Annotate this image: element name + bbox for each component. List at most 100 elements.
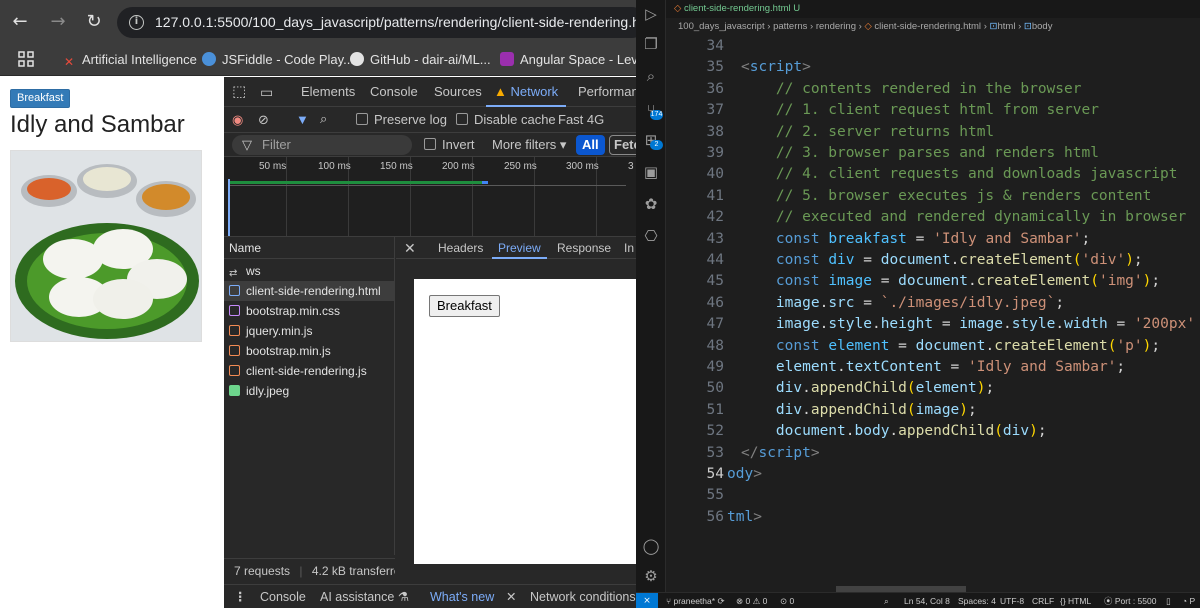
code-token: element: [775, 359, 838, 375]
request-row[interactable]: client-side-rendering.html: [224, 281, 395, 301]
drawer-tab-console[interactable]: Console: [260, 589, 306, 605]
bookmark-item[interactable]: Angular Space - Lev...: [500, 51, 636, 69]
cursor-position[interactable]: Ln 54, Col 8: [904, 593, 950, 608]
element-icon: ⊡: [1023, 21, 1032, 32]
drawer-tab-whats-new[interactable]: What's new: [430, 589, 494, 605]
ports-status[interactable]: ⊙ 0: [780, 593, 794, 608]
disable-cache-checkbox[interactable]: Disable cache: [456, 111, 556, 129]
invert-checkbox[interactable]: Invert: [424, 136, 475, 154]
inspect-element-icon[interactable]: ⬚: [232, 77, 246, 107]
breadcrumb-item[interactable]: rendering: [816, 21, 856, 32]
line-number: 49: [706, 359, 724, 375]
indentation[interactable]: Spaces: 4: [958, 593, 996, 608]
request-name: bootstrap.min.css: [246, 304, 341, 318]
breadcrumb-item[interactable]: patterns: [773, 21, 807, 32]
code-token: .: [802, 401, 811, 418]
search-icon[interactable]: ⌕: [320, 110, 327, 128]
bookmark-item[interactable]: JSFiddle - Code Play...: [202, 51, 354, 69]
line-ending[interactable]: CRLF: [1032, 593, 1054, 608]
apps-grid-icon[interactable]: [18, 51, 34, 69]
explorer-icon[interactable]: ❐: [641, 34, 661, 54]
problems-status[interactable]: ⊗ 0 ⚠ 0: [736, 593, 767, 608]
request-row[interactable]: bootstrap.min.css: [224, 301, 395, 321]
encoding[interactable]: UTF-8: [1000, 593, 1024, 608]
file-tab-status: U: [793, 3, 801, 14]
bookmark-item[interactable]: ✕ Artificial Intelligence: [62, 51, 197, 69]
settings-gear-icon[interactable]: ⚙: [641, 566, 661, 586]
notifications-icon[interactable]: ▯: [1166, 593, 1171, 608]
reload-icon[interactable]: ↻: [82, 10, 106, 34]
close-icon[interactable]: ✕: [506, 589, 516, 605]
tab-preview[interactable]: Preview: [492, 237, 547, 259]
preserve-log-checkbox[interactable]: Preserve log: [356, 111, 447, 129]
remote-explorer-icon[interactable]: ▣: [641, 162, 661, 182]
drawer-menu-icon[interactable]: ⋮: [234, 589, 247, 605]
browser-window: ← → ↻ i 127.0.0.1:5500/100_days_javascri…: [0, 0, 636, 608]
copilot-icon[interactable]: ⎔: [641, 226, 661, 246]
record-icon[interactable]: ◉: [232, 111, 243, 129]
code-token: =: [941, 359, 968, 375]
clear-icon[interactable]: ⊘: [258, 111, 269, 129]
request-row[interactable]: ⇄ ws: [224, 261, 395, 281]
tab-response[interactable]: Response: [557, 237, 611, 259]
breadcrumb-item[interactable]: 100_days_javascript: [678, 21, 765, 32]
request-row[interactable]: jquery.min.js: [224, 321, 395, 341]
network-timeline[interactable]: 50 ms 100 ms 150 ms 200 ms 250 ms 300 ms…: [224, 157, 636, 237]
name-column-header[interactable]: Name: [224, 237, 395, 259]
more-filters-dropdown[interactable]: More filters ▾: [492, 136, 566, 154]
forward-icon[interactable]: →: [46, 10, 70, 34]
tab-initiator[interactable]: In: [624, 237, 634, 259]
live-server-status[interactable]: ⦿ Port : 5500: [1104, 593, 1156, 608]
code-line: tml>: [727, 507, 762, 528]
breadcrumb-item[interactable]: html: [997, 21, 1015, 32]
tab-console[interactable]: Console: [370, 77, 418, 107]
checkbox-box: [356, 113, 368, 125]
device-toggle-icon[interactable]: ▭: [260, 77, 273, 107]
breadcrumb-item[interactable]: client-side-rendering.html: [874, 21, 981, 32]
file-tab-title: client-side-rendering.html: [683, 3, 791, 14]
address-bar[interactable]: i 127.0.0.1:5500/100_days_javascript/pat…: [117, 7, 636, 38]
back-icon[interactable]: ←: [8, 10, 32, 34]
checkbox-box: [424, 138, 436, 150]
code-line: // contents rendered in the browser: [741, 79, 1082, 100]
line-number: 38: [706, 123, 724, 140]
search-icon[interactable]: ⌕: [641, 66, 661, 86]
preview-breakfast-button[interactable]: Breakfast: [429, 295, 500, 317]
tab-performance[interactable]: Performanc: [578, 77, 636, 107]
account-icon[interactable]: ◯: [641, 536, 661, 556]
tab-elements[interactable]: Elements: [301, 77, 355, 107]
filter-icon[interactable]: ▼: [296, 111, 309, 129]
close-icon[interactable]: ✕: [404, 237, 416, 259]
chatgpt-icon[interactable]: ✿: [641, 194, 661, 214]
remote-indicator-icon[interactable]: ⨯: [636, 593, 658, 608]
throttling-select[interactable]: Fast 4G: [558, 111, 604, 129]
timeline-handle[interactable]: [228, 179, 230, 236]
tab-headers[interactable]: Headers: [438, 237, 483, 259]
bookmark-item[interactable]: GitHub - dair-ai/ML...: [350, 51, 491, 69]
run-debug-icon[interactable]: ▷: [641, 4, 661, 24]
code-token: document: [880, 252, 951, 268]
drawer-tab-ai-assistance[interactable]: AI assistance ⚗: [320, 589, 409, 605]
zoom-icon[interactable]: ⌕: [884, 593, 889, 608]
code-token: 'Idly and Sambar': [933, 230, 1082, 247]
breakfast-button[interactable]: Breakfast: [10, 89, 71, 108]
type-filter-fetch[interactable]: Fetc: [609, 135, 636, 155]
tab-sources[interactable]: Sources: [434, 77, 482, 107]
source-control-status[interactable]: ⑂ praneetha* ⟳: [666, 593, 725, 608]
language-mode[interactable]: {} HTML: [1060, 593, 1091, 608]
code-token: =: [889, 337, 916, 354]
extra-status[interactable]: ◔ P: [1182, 593, 1195, 608]
filter-input[interactable]: ▽ Filter: [232, 135, 412, 155]
tab-network[interactable]: ▲ Network: [486, 77, 567, 107]
request-row[interactable]: client-side-rendering.js: [224, 361, 395, 381]
file-tab[interactable]: ◇ client-side-rendering.html U: [674, 1, 800, 17]
code-editor[interactable]: 34 35 36 37 38 39 40 41 42 43 44 45 46 4…: [666, 36, 1200, 586]
request-row[interactable]: idly.jpeg: [224, 381, 395, 401]
request-row[interactable]: bootstrap.min.js: [224, 341, 395, 361]
site-info-icon[interactable]: i: [129, 15, 144, 30]
breadcrumb-item[interactable]: body: [1032, 21, 1053, 32]
drawer-tab-network-conditions[interactable]: Network conditions: [530, 589, 636, 605]
type-filter-all[interactable]: All: [576, 135, 605, 155]
